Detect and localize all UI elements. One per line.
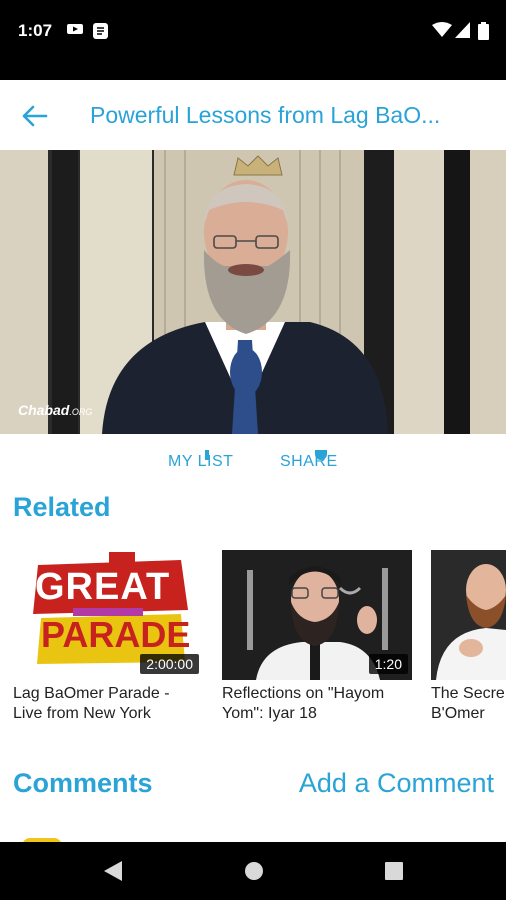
- video-player[interactable]: Chabad.ORG: [0, 150, 506, 434]
- share-label: SHARE: [280, 453, 338, 470]
- status-time: 1:07: [18, 21, 53, 40]
- related-heading: Related: [13, 492, 111, 522]
- system-nav-bar: [0, 842, 506, 900]
- my-list-button[interactable]: MY LIST: [168, 450, 234, 471]
- battery-icon: [478, 22, 489, 40]
- share-button[interactable]: SHARE: [280, 450, 338, 471]
- video-thumbnail: GREAT PARADE 2:00:00: [13, 550, 203, 680]
- nav-recents-icon[interactable]: [383, 859, 405, 883]
- my-list-label: MY LIST: [168, 453, 234, 470]
- video-duration: 1:20: [368, 654, 408, 674]
- video-caption: Lag BaOmer Parade - Live from New York: [13, 685, 170, 722]
- video-caption: The Secre B'Omer: [431, 685, 505, 722]
- notification-video-icon: [67, 24, 83, 34]
- notification-app-icon: [93, 23, 108, 39]
- thumbnail-text-great: GREAT: [35, 566, 171, 608]
- signal-icon: [455, 22, 470, 38]
- watermark-logo: Chabad.ORG: [18, 402, 92, 418]
- back-arrow-icon[interactable]: [20, 102, 50, 130]
- page-title: Powerful Lessons from Lag BaO...: [90, 102, 441, 128]
- video-duration: 2:00:00: [140, 654, 199, 674]
- thumbnail-text-parade: PARADE: [41, 614, 191, 655]
- nav-back-icon[interactable]: [102, 859, 124, 883]
- watermark-text: Chabad: [18, 402, 70, 418]
- app-bar: Powerful Lessons from Lag BaO...: [0, 80, 506, 150]
- video-thumbnail: 1:20: [222, 550, 412, 680]
- comments-heading-text: Comments: [13, 768, 153, 798]
- video-caption: Reflections on "Hayom Yom": Iyar 18: [222, 685, 385, 722]
- my-list-indicator: [205, 450, 209, 460]
- add-comment-button[interactable]: Add a Comment: [299, 768, 494, 799]
- video-thumbnail: [431, 550, 506, 680]
- secret-thumbnail-art: [431, 550, 506, 680]
- related-video-card[interactable]: GREAT PARADE 2:00:00 Lag BaOmer Parade -…: [13, 550, 203, 724]
- related-video-card[interactable]: The Secre B'Omer: [431, 550, 506, 724]
- wifi-icon: [432, 22, 452, 37]
- related-video-card[interactable]: 1:20 Reflections on "Hayom Yom": Iyar 18: [222, 550, 412, 724]
- video-actions: MY LIST SHARE: [0, 434, 506, 484]
- comments-heading: Comments: [13, 768, 153, 799]
- watermark-suffix: .ORG: [69, 407, 93, 417]
- status-bar: 1:07: [0, 0, 506, 80]
- video-frame: [0, 150, 506, 434]
- nav-home-icon[interactable]: [243, 859, 265, 883]
